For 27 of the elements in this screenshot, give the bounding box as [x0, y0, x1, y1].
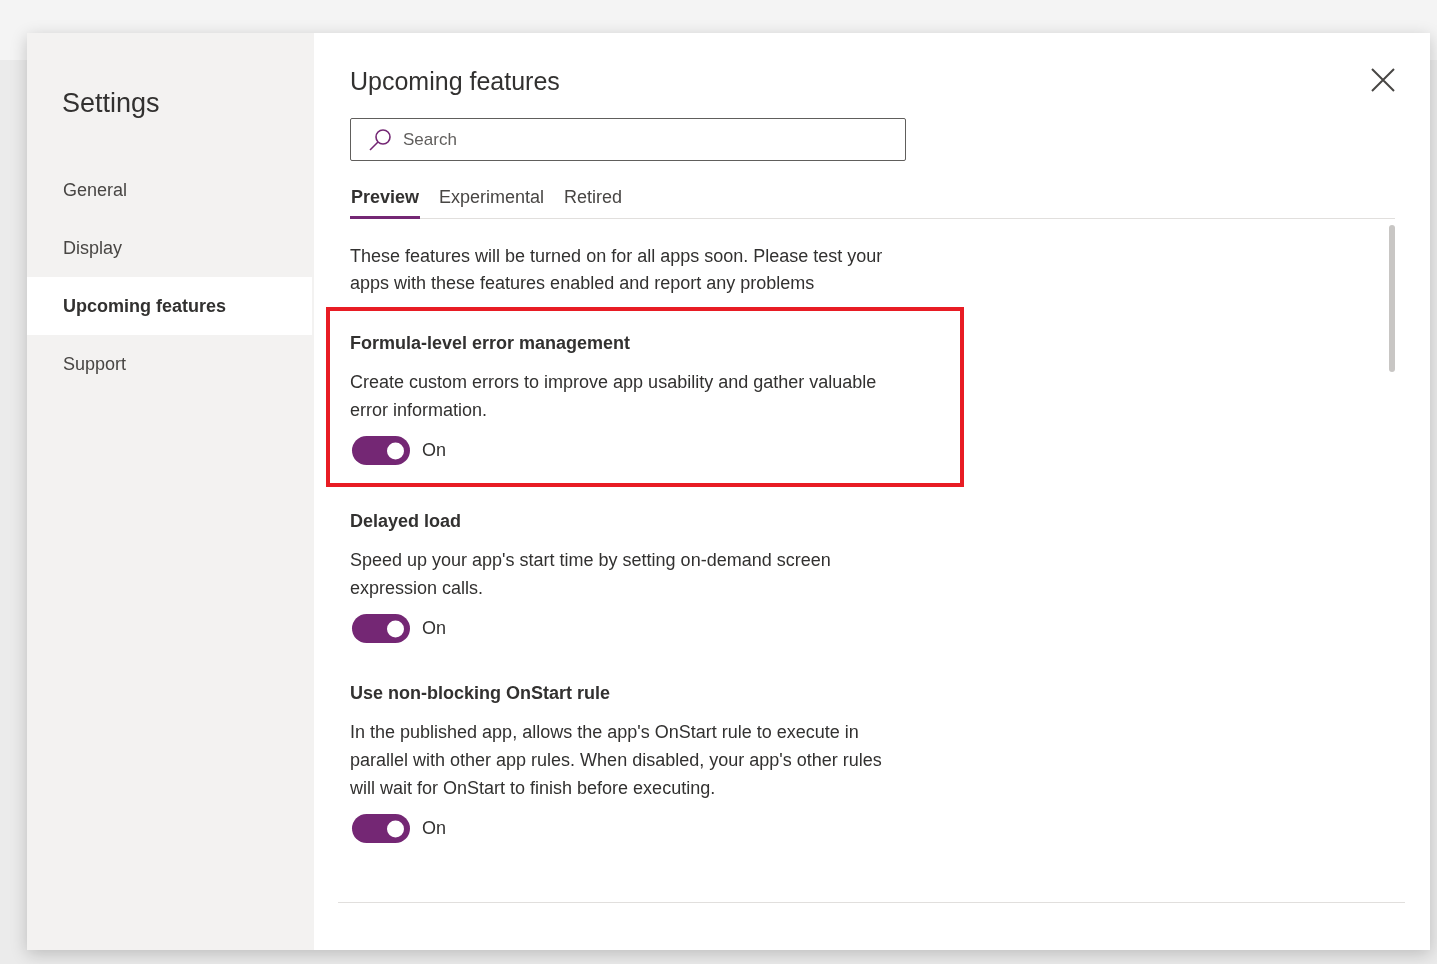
toggle-label: On — [422, 618, 446, 639]
search-icon — [368, 128, 392, 152]
search-field[interactable]: Search — [350, 118, 906, 161]
tab[interactable]: Experimental — [438, 187, 546, 219]
sidebar-item[interactable]: Upcoming features — [27, 277, 312, 335]
settings-title: Settings — [61, 88, 161, 119]
toggle-label: On — [422, 440, 446, 461]
feature-title: Delayed load — [350, 511, 463, 532]
toggle-label: On — [422, 818, 446, 839]
feature-description: Create custom errors to improve app usability and gather valuable error information. — [350, 371, 878, 422]
intro-text: These features will be turned on for all apps soon. Please test your apps with these features enabled and report any problems — [350, 245, 884, 295]
close-button[interactable] — [1370, 67, 1396, 93]
feature-title: Use non-blocking OnStart rule — [350, 683, 612, 704]
close-icon — [1370, 67, 1396, 93]
panel-title: Upcoming features — [350, 67, 560, 96]
sidebar-item[interactable]: General — [27, 161, 312, 219]
tab[interactable]: Retired — [563, 187, 624, 219]
toggle-switch[interactable] — [352, 436, 410, 465]
sidebar-item[interactable]: Display — [27, 219, 312, 277]
toggle-switch[interactable] — [352, 814, 410, 843]
toggle-switch[interactable] — [352, 614, 410, 643]
tab[interactable]: Preview — [350, 187, 421, 219]
feature-title: Formula-level error management — [350, 333, 632, 354]
sidebar-item[interactable]: Support — [27, 335, 312, 393]
feature-description: In the published app, allows the app's OnStart rule to execute in parallel with other app rules. When disabled, your app's other rules will wait for OnStart to finish before executing. — [350, 721, 883, 800]
scrollbar-thumb[interactable] — [1389, 225, 1395, 372]
feature-description: Speed up your app's start time by setting on-demand screen expression calls. — [350, 549, 832, 600]
